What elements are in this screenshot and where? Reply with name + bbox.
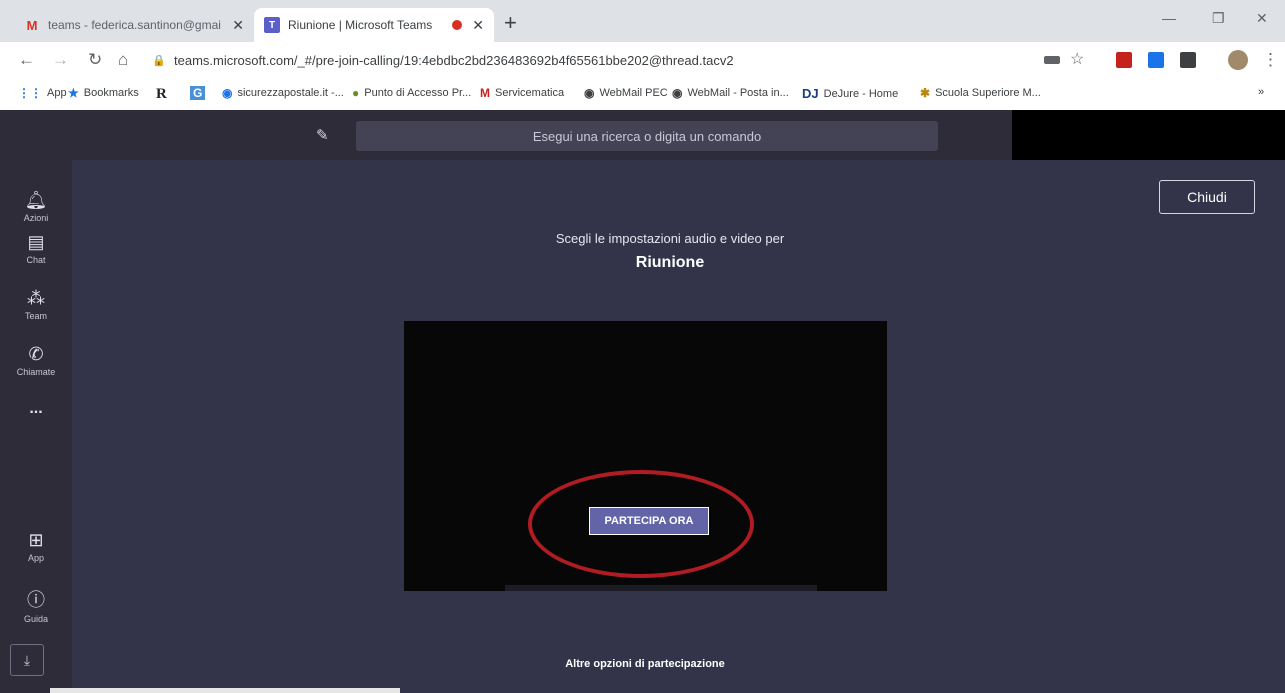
bookmark-label: WebMail - Posta in...	[687, 87, 789, 99]
bookmarks-bar: ⋮⋮ App ★ Bookmarks R G ◉ sicurezzapostale.i…	[0, 78, 1285, 111]
meeting-title: Riunione	[635, 254, 705, 271]
window-close-icon[interactable]: ✕	[1256, 10, 1268, 27]
url-text: teams.microsoft.com/_#/pre-join-calling/…	[174, 52, 734, 68]
minimize-icon[interactable]: —	[1162, 10, 1176, 26]
dj-icon: DJ	[802, 86, 819, 101]
forward-icon[interactable]: →	[52, 50, 69, 70]
recording-icon	[452, 20, 463, 30]
lock-icon: 🔒	[152, 54, 166, 67]
rail-item-chiamate[interactable]: ✆ Chiamate	[0, 344, 72, 377]
bookmark-sicurezza[interactable]: ◉ sicurezzapostale.it -...	[222, 86, 344, 100]
bookmark-label: Punto di Accesso Pr...	[364, 87, 472, 99]
bell-icon: 🔔︎	[24, 190, 48, 210]
bookmark-label: WebMail PEC	[599, 87, 668, 99]
bookmark-label: App	[47, 87, 67, 99]
url-field[interactable]: 🔒 teams.microsoft.com/_#/pre-join-callin…	[152, 48, 1032, 72]
extension-icon[interactable]	[1148, 52, 1164, 68]
extension-icon[interactable]	[1180, 52, 1196, 68]
more-icon[interactable]: ...	[0, 400, 72, 418]
rail-label: Team	[24, 311, 47, 321]
close-tab-icon[interactable]: ✕	[232, 17, 244, 34]
star-icon[interactable]: ☆	[1070, 49, 1084, 69]
preview-toolbar	[505, 585, 817, 591]
rail-label: Guida	[23, 614, 49, 624]
restore-icon[interactable]: ❐	[1212, 10, 1225, 27]
teams-header: ✎ Esegui una ricerca o digita un comando	[0, 110, 1285, 160]
bookmark-apps[interactable]: ⋮⋮ App	[18, 86, 67, 100]
reload-icon[interactable]: ↻	[88, 50, 102, 70]
tab-gmail[interactable]: M teams - federica.santinon@gmai ✕	[14, 8, 254, 42]
profile-avatar[interactable]	[1228, 50, 1248, 70]
rail-label: Chat	[26, 255, 46, 265]
bookmark-webmail-pec[interactable]: ◉ WebMail PEC	[584, 86, 668, 100]
taskbar-strip	[50, 688, 400, 693]
back-icon[interactable]: ←	[18, 50, 35, 70]
join-now-button[interactable]: PARTECIPA ORA	[589, 507, 709, 535]
camera-icon[interactable]	[1044, 56, 1060, 64]
acrobat-icon[interactable]	[1116, 52, 1132, 68]
star-icon: ★	[68, 86, 79, 100]
rail-item-team[interactable]: ⁂ Team	[0, 288, 72, 321]
bookmark-label: DeJure - Home	[823, 87, 899, 100]
tab-title: Riunione | Microsoft Teams	[288, 18, 433, 32]
rail-label: App	[27, 553, 44, 563]
rail-label: Azioni	[23, 213, 49, 223]
app-rail: 🔔︎ Azioni ▤ Chat ⁂ Team ✆ Chiamate ... ⊞ App …	[0, 160, 72, 693]
r-icon: R	[156, 86, 167, 102]
bookmark-servicematica[interactable]: M Servicematica	[480, 86, 564, 100]
teams-icon: T	[264, 17, 280, 33]
close-button[interactable]: Chiudi	[1159, 180, 1255, 214]
phone-icon: ✆	[28, 344, 44, 364]
bookmark-bookmarks[interactable]: ★ Bookmarks	[68, 86, 139, 100]
address-bar-row: ← → ↻ ⌂ 🔒 teams.microsoft.com/_#/pre-joi…	[0, 42, 1285, 78]
apps-grid-icon: ⋮⋮	[18, 86, 42, 100]
rail-item-chat[interactable]: ▤ Chat	[0, 232, 72, 265]
bookmarks-overflow-icon[interactable]: »	[1258, 86, 1264, 98]
tab-title: teams - federica.santinon@gmai	[48, 18, 221, 32]
search-input[interactable]: Esegui una ricerca o digita un comando	[356, 121, 938, 151]
download-app-icon[interactable]: ⤓	[10, 644, 44, 676]
tab-teams[interactable]: T Riunione | Microsoft Teams ✕	[254, 8, 494, 42]
apps-icon: ⊞	[28, 530, 44, 550]
bookmark-punto[interactable]: ● Punto di Accesso Pr...	[352, 86, 471, 100]
bookmark-g[interactable]: G	[190, 86, 210, 100]
close-tab-icon[interactable]: ✕	[472, 17, 484, 34]
ssm-icon: ✱	[920, 86, 931, 100]
compose-icon[interactable]: ✎	[316, 126, 329, 144]
globe-icon: ◉	[584, 86, 595, 100]
rail-item-azioni[interactable]: 🔔︎ Azioni	[0, 190, 72, 223]
bookmark-scuola[interactable]: ✱ Scuola Superiore M...	[920, 86, 1041, 100]
rail-label: Chiamate	[16, 367, 56, 377]
browser-tab-strip: M teams - federica.santinon@gmai ✕ T Riu…	[0, 0, 1285, 42]
globe-icon: ◉	[222, 86, 233, 100]
menu-icon[interactable]: ⋮	[1262, 50, 1279, 70]
bookmark-label: Bookmarks	[83, 87, 139, 99]
m-icon: M	[480, 86, 490, 100]
bookmark-webmail-posta[interactable]: ◉ WebMail - Posta in...	[672, 86, 789, 100]
g-icon: G	[190, 86, 206, 100]
help-icon: ⓘ	[27, 590, 45, 610]
pin-icon: ●	[352, 86, 360, 100]
bookmark-r[interactable]: R	[156, 86, 172, 103]
settings-prompt: Scegli le impostazioni audio e video per	[555, 231, 785, 246]
chat-icon: ▤	[27, 232, 45, 252]
bookmark-dejure[interactable]: DJ DeJure - Home	[802, 86, 898, 101]
rail-item-app[interactable]: ⊞ App	[0, 530, 72, 563]
header-profile-area	[1012, 110, 1285, 160]
other-join-options-link[interactable]: Altre opzioni di partecipazione	[520, 658, 770, 670]
globe-icon: ◉	[672, 86, 683, 100]
gmail-icon: M	[26, 17, 38, 33]
bookmark-label: sicurezzapostale.it -...	[237, 87, 344, 99]
team-icon: ⁂	[27, 288, 45, 308]
home-icon[interactable]: ⌂	[118, 50, 128, 70]
rail-item-guida[interactable]: ⓘ Guida	[0, 586, 72, 624]
bookmark-label: Scuola Superiore M...	[935, 87, 1041, 99]
bookmark-label: Servicematica	[495, 87, 565, 99]
new-tab-button[interactable]: +	[504, 12, 517, 34]
